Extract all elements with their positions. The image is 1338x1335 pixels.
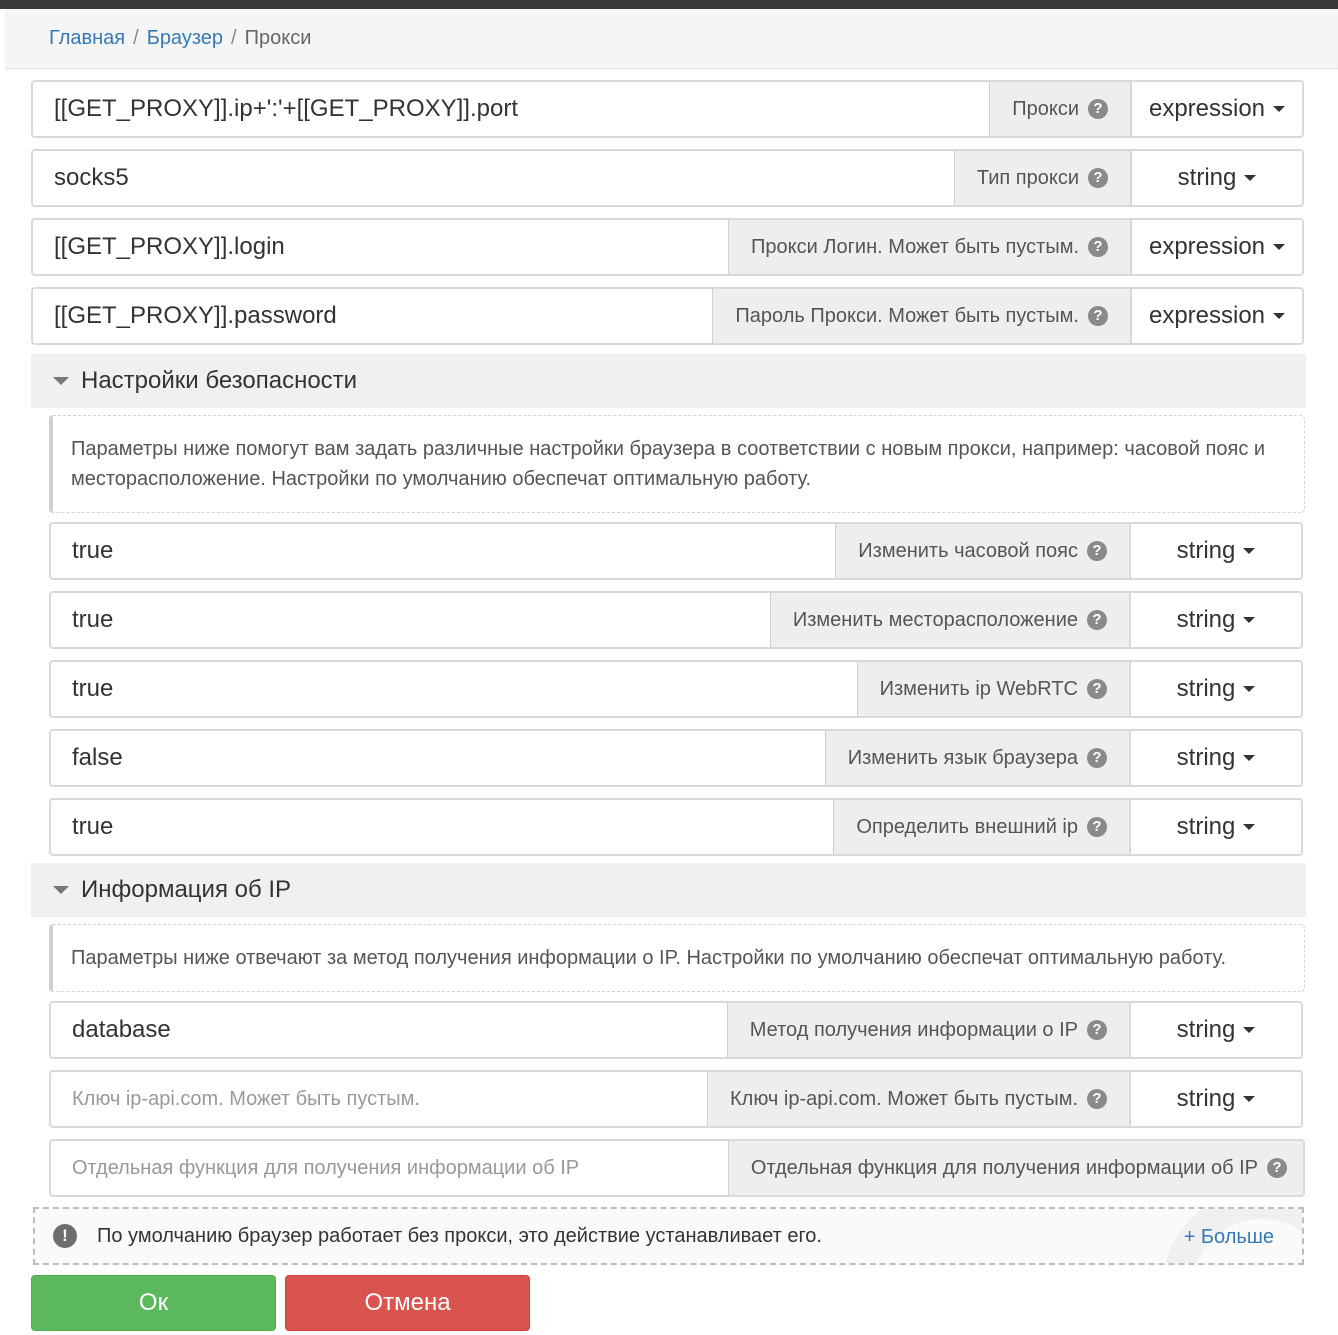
type-dropdown[interactable]: string	[1130, 151, 1302, 205]
cancel-button[interactable]: Отмена	[285, 1275, 530, 1331]
info-text: По умолчанию браузер работает без прокси…	[97, 1224, 822, 1247]
external-ip-label: Определить внешний ip?	[833, 800, 1129, 854]
timezone-field-row: true Изменить часовой пояс? string	[49, 522, 1303, 580]
proxy-label: Прокси?	[989, 82, 1130, 136]
question-circle-icon[interactable]: ?	[1088, 306, 1108, 326]
ipinfo-section-header[interactable]: Информация об IP	[31, 863, 1306, 917]
external-ip-input[interactable]: true	[51, 800, 833, 854]
caret-down-icon	[1243, 1027, 1256, 1033]
proxy-password-input[interactable]: [[GET_PROXY]].password	[33, 289, 712, 343]
question-circle-icon[interactable]: ?	[1088, 168, 1108, 188]
caret-down-icon	[1243, 617, 1256, 623]
timezone-input[interactable]: true	[51, 524, 835, 578]
question-circle-icon[interactable]: ?	[1087, 748, 1107, 768]
type-dropdown[interactable]: expression	[1130, 82, 1302, 136]
location-input[interactable]: true	[51, 593, 770, 647]
question-circle-icon[interactable]: ?	[1088, 99, 1108, 119]
proxy-password-field-row: [[GET_PROXY]].password Пароль Прокси. Мо…	[31, 287, 1304, 345]
language-label: Изменить язык браузера?	[824, 731, 1129, 785]
question-circle-icon[interactable]: ?	[1087, 541, 1107, 561]
caret-down-icon	[1243, 686, 1256, 692]
exclamation-circle-icon: !	[53, 1224, 77, 1248]
timezone-label: Изменить часовой пояс?	[835, 524, 1129, 578]
caret-down-icon	[1243, 824, 1256, 830]
more-link[interactable]: + Больше	[1184, 1226, 1274, 1249]
caret-down-icon	[1273, 106, 1286, 112]
proxy-input[interactable]: [[GET_PROXY]].ip+':'+[[GET_PROXY]].port	[33, 82, 989, 136]
proxy-field-row: [[GET_PROXY]].ip+':'+[[GET_PROXY]].port …	[31, 80, 1304, 138]
language-field-row: false Изменить язык браузера? string	[49, 729, 1303, 787]
proxy-type-input[interactable]: socks5	[33, 151, 954, 205]
caret-down-icon	[1243, 1096, 1256, 1102]
caret-down-icon	[1273, 244, 1286, 250]
security-note: Параметры ниже помогут вам задать различ…	[49, 415, 1305, 513]
ip-method-field-row: database Метод получения информации о IP…	[49, 1001, 1303, 1059]
type-dropdown[interactable]: string	[1129, 524, 1301, 578]
type-dropdown[interactable]: string	[1129, 662, 1301, 716]
proxy-login-input[interactable]: [[GET_PROXY]].login	[33, 220, 728, 274]
type-dropdown[interactable]: expression	[1130, 289, 1302, 343]
ip-function-input[interactable]: Отдельная функция для получения информац…	[51, 1141, 728, 1195]
caret-down-icon	[53, 886, 69, 894]
question-circle-icon[interactable]: ?	[1087, 679, 1107, 699]
ip-method-input[interactable]: database	[51, 1003, 727, 1057]
question-circle-icon[interactable]: ?	[1087, 1020, 1107, 1040]
caret-down-icon	[1243, 755, 1256, 761]
proxy-login-label: Прокси Логин. Может быть пустым.?	[728, 220, 1130, 274]
ip-function-field-row: Отдельная функция для получения информац…	[49, 1139, 1305, 1197]
breadcrumb-bar: Главная / Браузер / Прокси	[5, 9, 1338, 69]
type-dropdown[interactable]: string	[1129, 731, 1301, 785]
ip-api-key-input[interactable]: Ключ ip-api.com. Может быть пустым.	[51, 1072, 707, 1126]
question-circle-icon[interactable]: ?	[1088, 237, 1108, 257]
question-circle-icon[interactable]: ?	[1087, 610, 1107, 630]
webrtc-field-row: true Изменить ip WebRTC? string	[49, 660, 1303, 718]
info-footer: ! По умолчанию браузер работает без прок…	[33, 1207, 1304, 1265]
language-input[interactable]: false	[51, 731, 825, 785]
proxy-login-field-row: [[GET_PROXY]].login Прокси Логин. Может …	[31, 218, 1304, 276]
question-circle-icon[interactable]: ?	[1087, 1089, 1107, 1109]
breadcrumb: Главная / Браузер / Прокси	[49, 27, 312, 49]
webrtc-label: Изменить ip WebRTC?	[856, 662, 1129, 716]
ip-method-label: Метод получения информации о IP?	[726, 1003, 1129, 1057]
question-circle-icon[interactable]: ?	[1087, 817, 1107, 837]
type-dropdown[interactable]: expression	[1130, 220, 1302, 274]
ip-api-key-label: Ключ ip-api.com. Может быть пустым.?	[707, 1072, 1129, 1126]
ip-api-key-field-row: Ключ ip-api.com. Может быть пустым. Ключ…	[49, 1070, 1303, 1128]
proxy-type-field-row: socks5 Тип прокси? string	[31, 149, 1304, 207]
ok-button[interactable]: Ок	[31, 1275, 276, 1331]
location-label: Изменить месторасположение?	[769, 593, 1129, 647]
caret-down-icon	[53, 377, 69, 385]
question-circle-icon[interactable]: ?	[1267, 1158, 1287, 1178]
caret-down-icon	[1244, 175, 1257, 181]
type-dropdown[interactable]: string	[1129, 593, 1301, 647]
breadcrumb-browser[interactable]: Браузер	[147, 27, 223, 49]
type-dropdown[interactable]: string	[1129, 1003, 1301, 1057]
caret-down-icon	[1273, 313, 1286, 319]
ipinfo-note: Параметры ниже отвечают за метод получен…	[49, 924, 1305, 992]
breadcrumb-current: Прокси	[244, 27, 312, 49]
caret-down-icon	[1243, 548, 1256, 554]
external-ip-field-row: true Определить внешний ip? string	[49, 798, 1303, 856]
security-section-header[interactable]: Настройки безопасности	[31, 354, 1306, 408]
webrtc-input[interactable]: true	[51, 662, 857, 716]
type-dropdown[interactable]: string	[1129, 1072, 1301, 1126]
proxy-type-label: Тип прокси?	[953, 151, 1130, 205]
breadcrumb-home[interactable]: Главная	[49, 27, 125, 49]
proxy-password-label: Пароль Прокси. Может быть пустым.?	[712, 289, 1130, 343]
ip-function-label: Отдельная функция для получения информац…	[727, 1141, 1303, 1195]
location-field-row: true Изменить месторасположение? string	[49, 591, 1303, 649]
top-bar	[0, 0, 1338, 9]
type-dropdown[interactable]: string	[1129, 800, 1301, 854]
